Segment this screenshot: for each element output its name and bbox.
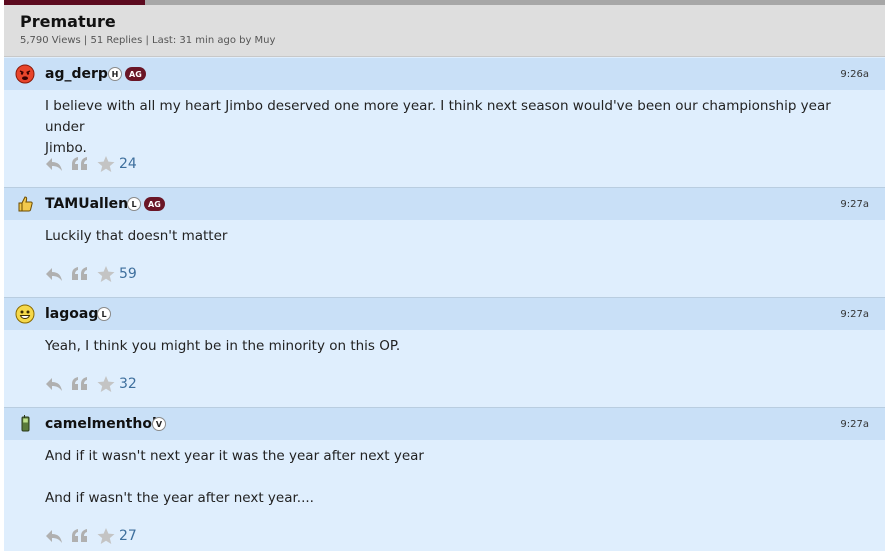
badge-l: L [127,197,141,211]
thread-title[interactable]: Premature [20,12,116,31]
username[interactable]: TAMUallen [45,196,128,212]
star-count[interactable]: 59 [119,266,137,282]
post-header: lagoag L 9:27a [4,298,885,330]
username[interactable]: camelmenthol [45,416,157,432]
user-badges: H AG [108,67,146,81]
star-count[interactable]: 24 [119,156,137,172]
angry-red-face-icon[interactable] [15,64,35,84]
username[interactable]: ag_derp [45,66,108,82]
post-actions: 59 [44,265,137,283]
star-icon[interactable] [96,527,116,545]
post-body-line: And if it wasn't next year it was the ye… [45,448,424,464]
quote-icon[interactable] [70,375,90,393]
badge-v: V [152,417,166,431]
post-time[interactable]: 9:27a [840,419,869,430]
post: TAMUallen L AG 9:27a Luckily that doesn'… [4,188,885,298]
star-icon[interactable] [96,155,116,173]
post-body-line: Yeah, I think you might be in the minori… [45,338,401,354]
quote-icon[interactable] [70,155,90,173]
post: lagoag L 9:27a Yeah, I think you might b… [4,298,885,408]
user-badges: L [97,307,111,321]
thread-header: Premature 5,790 Views | 51 Replies | Las… [4,5,885,57]
post-actions: 24 [44,155,137,173]
reply-icon[interactable] [44,265,64,283]
post-body: Luckily that doesn't matter [45,226,865,247]
post-time[interactable]: 9:27a [840,199,869,210]
post-header: ag_derp H AG 9:26a [4,58,885,90]
post: camelmenthol V 9:27a And if it wasn't ne… [4,408,885,551]
username[interactable]: lagoag [45,306,98,322]
badge-l: L [97,307,111,321]
post-actions: 27 [44,527,137,545]
cellphone-icon[interactable] [15,414,35,434]
badge-h: H [108,67,122,81]
post-body-line: I believe with all my heart Jimbo deserv… [45,98,831,135]
post-header: TAMUallen L AG 9:27a [4,188,885,220]
thread-meta: 5,790 Views | 51 Replies | Last: 31 min … [20,35,276,46]
star-count[interactable]: 27 [119,528,137,544]
thread-view: Premature 5,790 Views | 51 Replies | Las… [4,0,885,551]
quote-icon[interactable] [70,265,90,283]
smiley-face-icon[interactable] [15,304,35,324]
post-time[interactable]: 9:26a [840,69,869,80]
reply-icon[interactable] [44,155,64,173]
post-header: camelmenthol V 9:27a [4,408,885,440]
star-icon[interactable] [96,265,116,283]
post-actions: 32 [44,375,137,393]
post-body-line: Luckily that doesn't matter [45,228,228,244]
quote-icon[interactable] [70,527,90,545]
user-badges: V [152,417,166,431]
post-time[interactable]: 9:27a [840,309,869,320]
star-count[interactable]: 32 [119,376,137,392]
post-body-line: Jimbo. [45,140,87,156]
post-body: Yeah, I think you might be in the minori… [45,336,865,357]
star-icon[interactable] [96,375,116,393]
post-body: And if it wasn't next year it was the ye… [45,446,865,509]
badge-ag: AG [144,197,165,211]
post: ag_derp H AG 9:26a I believe with all my… [4,58,885,188]
post-body: I believe with all my heart Jimbo deserv… [45,96,865,159]
post-body-line: And if wasn't the year after next year..… [45,490,314,506]
post-body-blank-line [45,467,865,488]
reply-icon[interactable] [44,375,64,393]
badge-ag: AG [125,67,146,81]
reply-icon[interactable] [44,527,64,545]
user-badges: L AG [127,197,165,211]
thumbs-up-icon[interactable] [15,194,35,214]
